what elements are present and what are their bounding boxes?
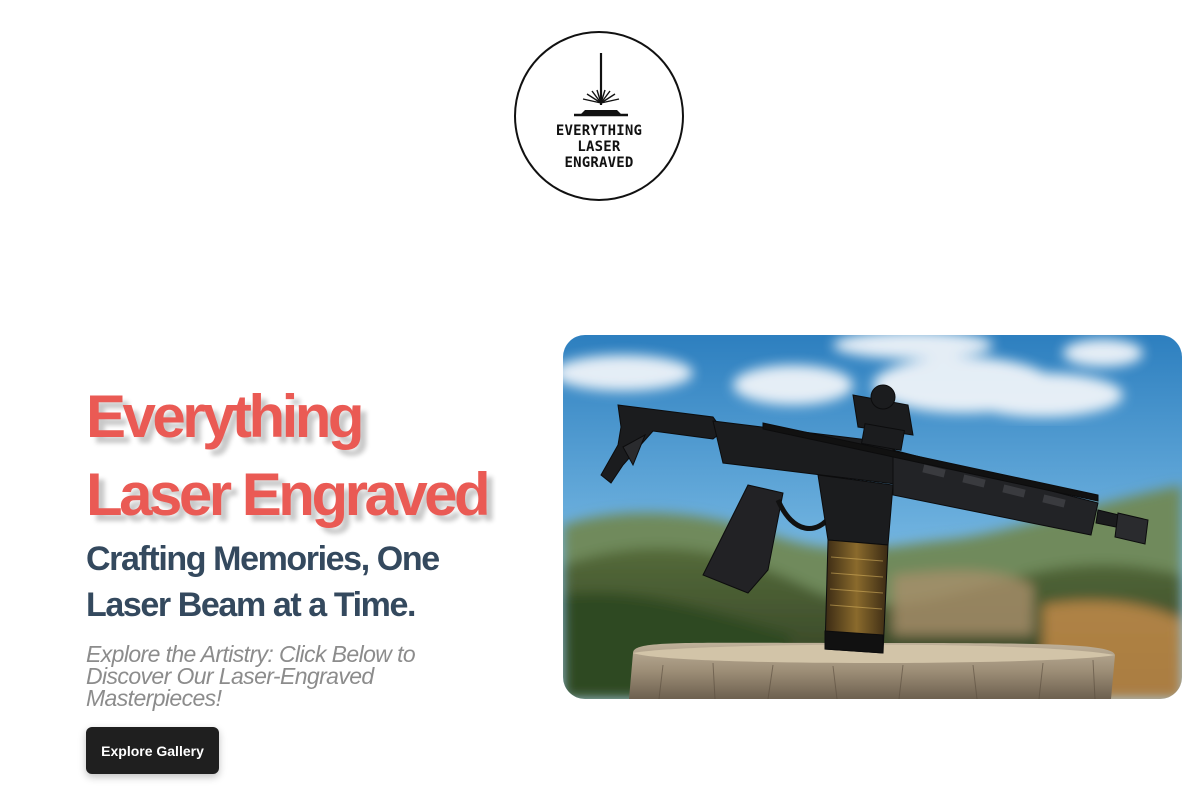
explore-gallery-button[interactable]: Explore Gallery (86, 727, 219, 774)
page: EVERYTHING LASER ENGRAVED Everything Las… (0, 0, 1200, 801)
hero-image (563, 335, 1182, 699)
hero-subtitle-line-1: Crafting Memories, One (86, 540, 440, 578)
hero-description: Explore the Artistry: Click Below to Dis… (86, 641, 496, 711)
logo-line-3: ENGRAVED (564, 155, 634, 171)
site-logo[interactable]: EVERYTHING LASER ENGRAVED (514, 31, 684, 201)
logo-line-1: EVERYTHING (555, 123, 643, 139)
hero-title-line-1: Everything (86, 383, 365, 450)
hero-title: Everything Laser Engraved (86, 378, 556, 534)
hero-subtitle: Crafting Memories, One Laser Beam at a T… (86, 536, 516, 628)
hero-description-line-3: Masterpieces! (86, 685, 222, 711)
laser-beam-icon (574, 53, 628, 117)
hero-description-line-1: Explore the Artistry: Click Below to (86, 641, 416, 667)
hero-subtitle-line-2: Laser Beam at a Time. (86, 586, 416, 624)
logo-wordmark: EVERYTHING LASER ENGRAVED (516, 123, 682, 171)
hero-title-line-2: Laser Engraved (86, 461, 491, 528)
hero-description-line-2: Discover Our Laser-Engraved (86, 663, 374, 689)
rifle-on-stump-photo (563, 335, 1182, 699)
logo-line-2: LASER (577, 139, 621, 155)
